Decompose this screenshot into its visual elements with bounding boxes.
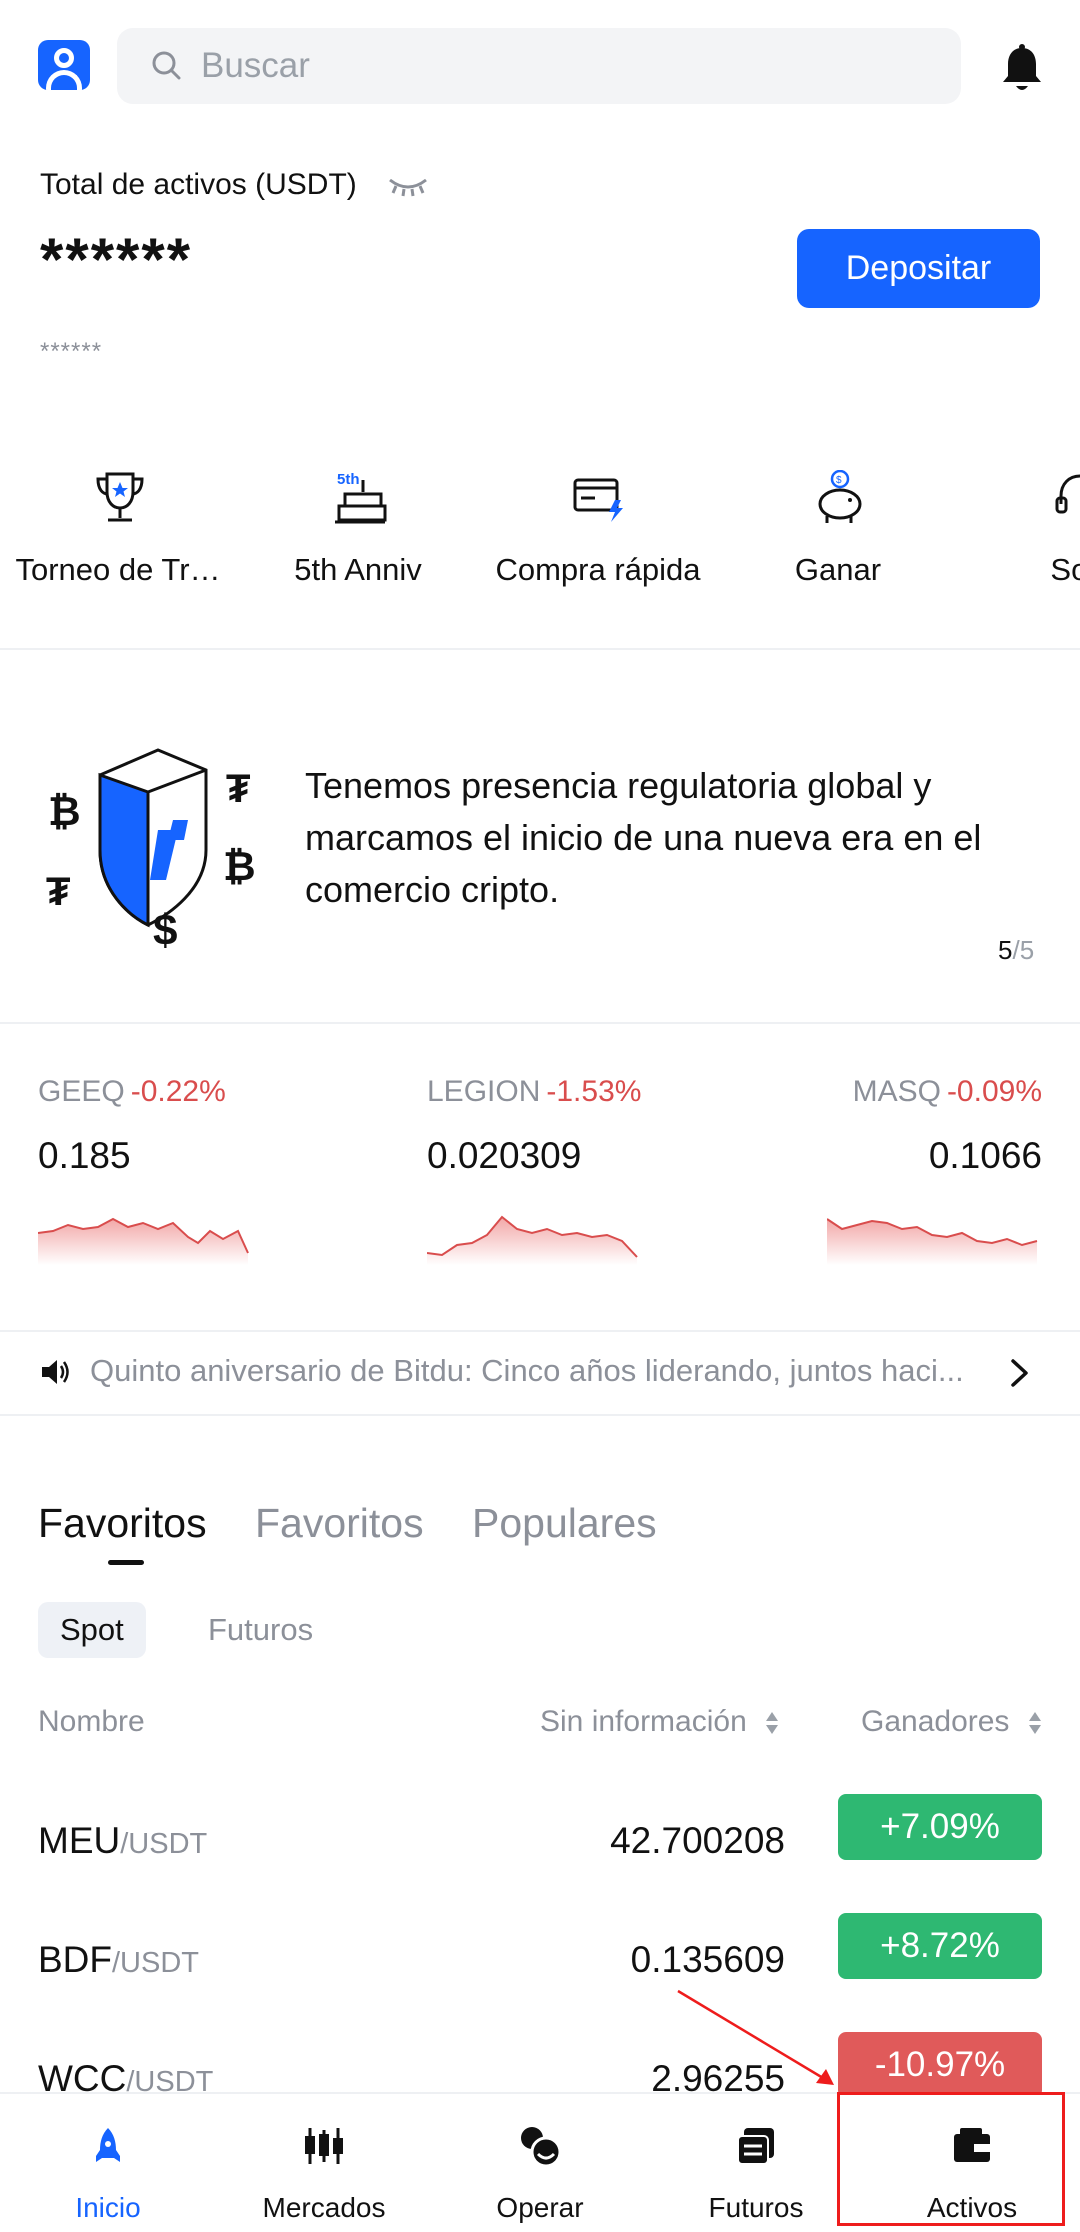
nav-label: Futuros <box>708 2192 804 2223</box>
shortcut-support[interactable]: Sop <box>958 470 1080 610</box>
shortcut-label: Sop <box>1050 552 1080 587</box>
announcement-text: Quinto aniversario de Bitdu: Cinco años … <box>90 1353 964 1388</box>
futures-icon <box>737 2128 774 2165</box>
row-price: 42.700208 <box>610 1820 785 1861</box>
search-icon <box>152 51 181 80</box>
nav-inicio[interactable]: Inicio <box>0 2094 216 2232</box>
ticker-sparkline <box>427 1215 638 1265</box>
nav-label: Inicio <box>75 2192 141 2223</box>
subtab-spot[interactable]: Spot <box>38 1602 146 1658</box>
shortcut-label: Compra rápida <box>495 552 701 587</box>
search-bar[interactable] <box>117 28 961 104</box>
shortcut-label: Ganar <box>794 552 882 587</box>
shortcut-row: Torneo de Tr… 5th 5th Anniv Compra rápid… <box>0 470 1080 620</box>
svg-text:5th: 5th <box>337 471 360 488</box>
pair-name: MEU/USDT <box>38 1820 208 1861</box>
ticker-card-geeq[interactable]: GEEQ -0.22% 0.185 <box>38 1075 338 1285</box>
column-header-price-label: Sin información <box>540 1705 747 1738</box>
row-price: 0.135609 <box>630 1939 785 1980</box>
ticker-card-masq[interactable]: MASQ -0.09% 0.1066 <box>742 1075 1042 1285</box>
search-input[interactable] <box>201 40 921 92</box>
promo-banner[interactable]: ₿ ₮ ₿ ₮ $ Tenemos presencia regulatoria … <box>0 690 1080 990</box>
sort-icon <box>766 1712 779 1735</box>
change-badge: +7.09% <box>838 1794 1042 1860</box>
table-row[interactable]: MEU/USDT 42.700208 +7.09% <box>0 1794 1080 1904</box>
shortcut-earn[interactable]: $ Ganar <box>718 470 958 610</box>
subtab-futuros[interactable]: Futuros <box>186 1602 335 1658</box>
change-badge: +8.72% <box>838 1913 1042 1979</box>
ticker-price: 0.020309 <box>427 1135 582 1176</box>
nav-mercados[interactable]: Mercados <box>216 2094 432 2232</box>
tab-favoritos-2[interactable]: Favoritos <box>255 1500 424 1547</box>
regulatory-shield-illustration-icon: ₿ ₮ ₿ ₮ $ <box>46 748 256 950</box>
svg-text:₿: ₿ <box>48 790 81 834</box>
profile-avatar-icon[interactable] <box>38 40 90 90</box>
home-rocket-icon <box>96 2128 120 2162</box>
hidden-eye-icon[interactable] <box>388 176 428 198</box>
ticker-symbol: MASQ <box>852 1075 941 1108</box>
sort-icon <box>1028 1712 1041 1735</box>
svg-text:$: $ <box>836 475 842 486</box>
chevron-right-icon[interactable] <box>1008 1357 1032 1389</box>
ticker-change: -0.09% <box>946 1075 1042 1108</box>
ticker-symbol: LEGION <box>427 1075 541 1108</box>
active-tab-indicator <box>108 1560 144 1565</box>
column-header-name: Nombre <box>38 1705 145 1738</box>
divider <box>0 1022 1080 1024</box>
nav-operar[interactable]: Operar <box>432 2094 648 2232</box>
shortcut-label: Torneo de Tr… <box>15 552 221 587</box>
candlestick-icon <box>305 2128 343 2164</box>
annotation-arrow-icon <box>677 1989 834 2085</box>
change-badge: -10.97% <box>838 2032 1042 2098</box>
deposit-button[interactable]: Depositar <box>797 229 1040 308</box>
column-header-change-label: Ganadores <box>861 1705 1010 1738</box>
speaker-icon <box>42 1360 69 1384</box>
ticker-change: -0.22% <box>130 1075 226 1108</box>
svg-text:₿: ₿ <box>223 845 256 889</box>
nav-label: Operar <box>496 2192 584 2223</box>
divider <box>0 1330 1080 1332</box>
column-header-price[interactable]: Sin información <box>540 1705 779 1739</box>
divider <box>0 1414 1080 1416</box>
nav-label: Mercados <box>262 2192 386 2223</box>
assets-label: Total de activos (USDT) <box>40 168 357 201</box>
column-header-change[interactable]: Ganadores <box>861 1705 1042 1739</box>
divider <box>0 648 1080 650</box>
bell-icon[interactable] <box>1000 44 1044 94</box>
ticker-price: 0.185 <box>38 1135 131 1176</box>
svg-text:₮: ₮ <box>226 767 250 811</box>
tab-favoritos[interactable]: Favoritos <box>38 1500 207 1547</box>
shortcut-tournament[interactable]: Torneo de Tr… <box>0 470 238 610</box>
ticker-sparkline <box>38 1217 249 1265</box>
shortcut-anniversary[interactable]: 5th 5th Anniv <box>238 470 478 610</box>
ticker-price: 0.1066 <box>928 1135 1042 1176</box>
ticker-card-legion[interactable]: LEGION -1.53% 0.020309 <box>427 1075 727 1285</box>
assets-fiat-value: ****** <box>40 338 103 365</box>
banner-headline: Tenemos presencia regulatoria global y m… <box>305 765 982 910</box>
piggy-bank-icon: $ <box>818 470 862 523</box>
svg-text:$: $ <box>153 906 177 950</box>
ticker-change: -1.53% <box>546 1075 642 1108</box>
quick-buy-card-icon <box>573 478 623 522</box>
nav-futuros[interactable]: Futuros <box>648 2094 864 2232</box>
ticker-sparkline <box>827 1218 1038 1265</box>
shortcut-label: 5th Anniv <box>294 552 422 587</box>
svg-text:₮: ₮ <box>46 870 70 914</box>
table-row[interactable]: BDF/USDT 0.135609 +8.72% <box>0 1913 1080 2023</box>
ticker-symbol: GEEQ <box>38 1075 125 1108</box>
anniversary-cake-icon: 5th <box>335 471 387 524</box>
top-bar <box>0 0 1080 140</box>
announcement-bar[interactable]: Quinto aniversario de Bitdu: Cinco años … <box>0 1333 1080 1413</box>
total-assets-value: ****** <box>40 226 193 293</box>
tab-populares[interactable]: Populares <box>472 1500 657 1547</box>
trophy-icon <box>96 472 144 522</box>
support-headset-icon <box>1055 474 1080 514</box>
annotation-highlight-box <box>837 2092 1065 2226</box>
shortcut-quick-buy[interactable]: Compra rápida <box>478 470 718 610</box>
pair-name: BDF/USDT <box>38 1939 199 1980</box>
trade-icon <box>521 2127 562 2168</box>
banner-pager: 5/5 <box>998 935 1035 965</box>
